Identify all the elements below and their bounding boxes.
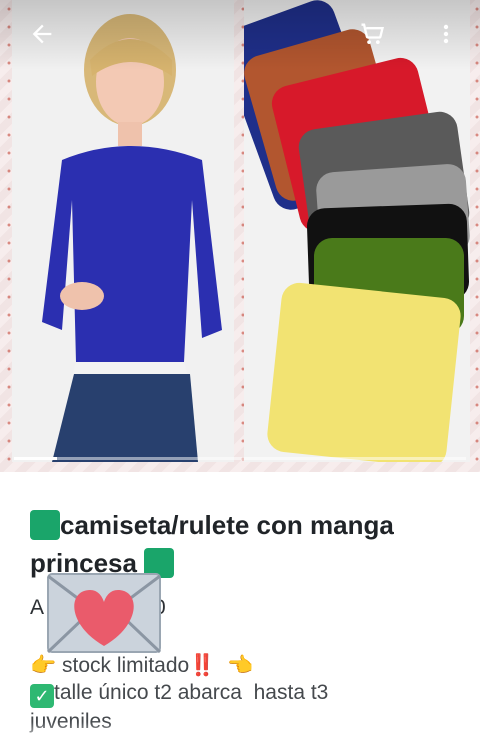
toolbar-shade xyxy=(0,0,480,70)
love-letter-envelope-icon xyxy=(46,573,162,654)
bottom-fade xyxy=(0,722,480,756)
stock-text: stock limitado xyxy=(62,654,190,677)
check-mark-icon: ✓ xyxy=(30,684,54,708)
more-vertical-icon xyxy=(443,24,449,44)
gallery-progress-track xyxy=(14,457,466,460)
back-button[interactable] xyxy=(22,14,62,54)
product-title-line1: camiseta/rulete con manga xyxy=(60,510,394,540)
folded-shirt xyxy=(267,282,461,462)
description-line-stock: 👉 stock limitado‼️ 👈 xyxy=(30,652,460,679)
shopping-cart-icon xyxy=(361,23,384,45)
green-square-emoji xyxy=(30,510,60,540)
arrow-left-icon xyxy=(32,24,52,44)
size-text: talle único t2 abarca hasta t3 xyxy=(54,681,329,704)
product-image-gallery[interactable] xyxy=(0,0,480,472)
price-prefix: A xyxy=(30,596,45,619)
pointing-right-emoji: 👉 xyxy=(30,654,57,677)
cart-button[interactable] xyxy=(352,14,392,54)
more-options-button[interactable] xyxy=(426,14,466,54)
description-line-size: ✓ talle único t2 abarca hasta t3 xyxy=(30,679,460,708)
gallery-progress-indicator xyxy=(14,457,57,460)
pointing-left-emoji: 👈 xyxy=(227,654,254,677)
double-exclamation-emoji: ‼️ xyxy=(189,654,216,677)
product-title: camiseta/rulete con manga princesa xyxy=(30,506,460,582)
